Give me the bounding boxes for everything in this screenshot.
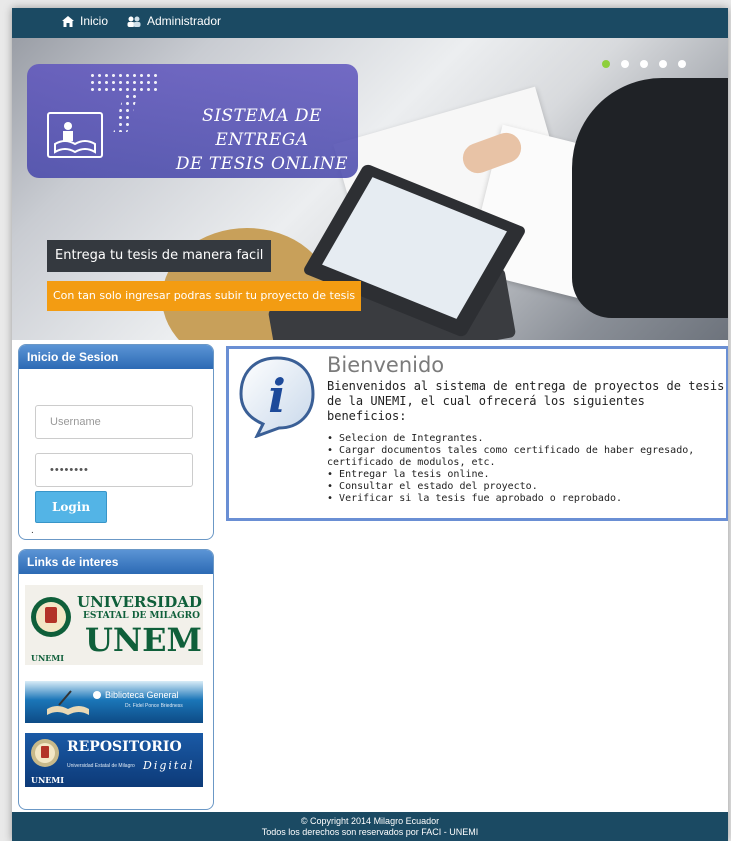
list-item: Verificar si la tesis fue aprobado o rep…	[327, 493, 727, 505]
unemi-link[interactable]: UNEMI UNIVERSIDAD ESTATAL DE MILAGRO UNE…	[25, 585, 203, 665]
unemi-subname: ESTATAL DE MILAGRO	[83, 611, 200, 621]
top-nav: Inicio Administrador	[12, 8, 728, 38]
unemi-acronym: UNEMI	[85, 621, 203, 659]
book-icon	[47, 690, 89, 715]
list-item: Consultar el estado del proyecto.	[327, 481, 727, 493]
admin-icon	[127, 16, 141, 27]
nav-item-inicio[interactable]: Inicio	[62, 14, 108, 28]
nav-item-administrador[interactable]: Administrador	[127, 14, 221, 28]
slider-dot[interactable]	[621, 60, 629, 68]
nav-item-label: Inicio	[80, 14, 109, 28]
welcome-title: Bienvenido	[327, 353, 445, 377]
hero-banner: SISTEMA DE ENTREGA DE TESIS ONLINE Entre…	[12, 38, 728, 340]
repositorio-subtitle: Universidad Estatal de Milagro	[67, 763, 135, 769]
slide-caption-subtitle: Con tan solo ingresar podras subir tu pr…	[47, 281, 362, 311]
welcome-intro: Bienvenidos al sistema de entrega de pro…	[327, 379, 725, 423]
slider-pagination	[602, 60, 686, 68]
login-button[interactable]: Login	[35, 491, 107, 523]
links-panel-title: Links de interes	[19, 550, 213, 574]
list-item: Entregar la tesis online.	[327, 469, 727, 481]
unemi-seal-icon	[31, 739, 59, 767]
bullet-icon	[93, 691, 101, 699]
biblioteca-link[interactable]: Biblioteca General Dr. Fidel Ponce Bried…	[25, 681, 203, 723]
copyright-text: © Copyright 2014 Milagro Ecuador	[300, 816, 440, 826]
biblioteca-subtitle: Dr. Fidel Ponce Briedness	[125, 703, 183, 709]
unemi-seal-label: UNEMI	[31, 653, 64, 663]
slider-dot[interactable]	[602, 60, 610, 68]
username-input[interactable]: Username	[35, 405, 193, 439]
slide-caption-title: Entrega tu tesis de manera facil	[47, 240, 272, 272]
page: Inicio Administrador SISTEMA DE ENTREGA …	[12, 8, 728, 841]
system-logo-text: SISTEMA DE ENTREGA DE TESIS ONLINE	[157, 104, 367, 176]
unemi-name: UNIVERSIDAD	[77, 593, 202, 611]
logo-line-2: DE TESIS ONLINE	[175, 154, 349, 174]
repositorio-tag: Digital	[143, 759, 195, 772]
links-panel: Links de interes UNEMI UNIVERSIDAD ESTAT…	[18, 549, 214, 810]
slider-dot[interactable]	[659, 60, 667, 68]
logo-line-1: SISTEMA DE ENTREGA	[202, 106, 322, 150]
repositorio-link[interactable]: UNEMI REPOSITORIO Universidad Estatal de…	[25, 733, 203, 787]
slider-dot[interactable]	[640, 60, 648, 68]
repositorio-seal-label: UNEMI	[31, 775, 64, 785]
repositorio-name: REPOSITORIO	[67, 739, 182, 755]
hero-photo-person	[572, 78, 728, 318]
slider-dot[interactable]	[678, 60, 686, 68]
login-note: .	[31, 525, 34, 536]
home-icon	[62, 15, 74, 27]
list-item: Selecion de Integrantes.	[327, 433, 727, 445]
biblioteca-name: Biblioteca General	[105, 690, 179, 700]
book-person-icon	[47, 112, 103, 158]
nav-item-label: Administrador	[147, 14, 222, 28]
login-panel: Inicio de Sesion Username •••••••• Login…	[18, 344, 214, 540]
password-input[interactable]: ••••••••	[35, 453, 193, 487]
system-logo: SISTEMA DE ENTREGA DE TESIS ONLINE	[27, 64, 358, 178]
unemi-seal-icon	[31, 597, 71, 637]
rights-text: Todos los derechos son reservados por FA…	[261, 827, 479, 837]
footer: © Copyright 2014 Milagro Ecuador Todos l…	[12, 812, 728, 841]
list-item: Cargar documentos tales como certificado…	[327, 445, 727, 469]
info-icon: i	[239, 356, 315, 438]
svg-text:i: i	[268, 369, 285, 423]
login-panel-title: Inicio de Sesion	[19, 345, 213, 369]
welcome-box: i Bienvenido Bienvenidos al sistema de e…	[226, 346, 728, 521]
benefits-list: Selecion de Integrantes. Cargar document…	[327, 433, 727, 505]
